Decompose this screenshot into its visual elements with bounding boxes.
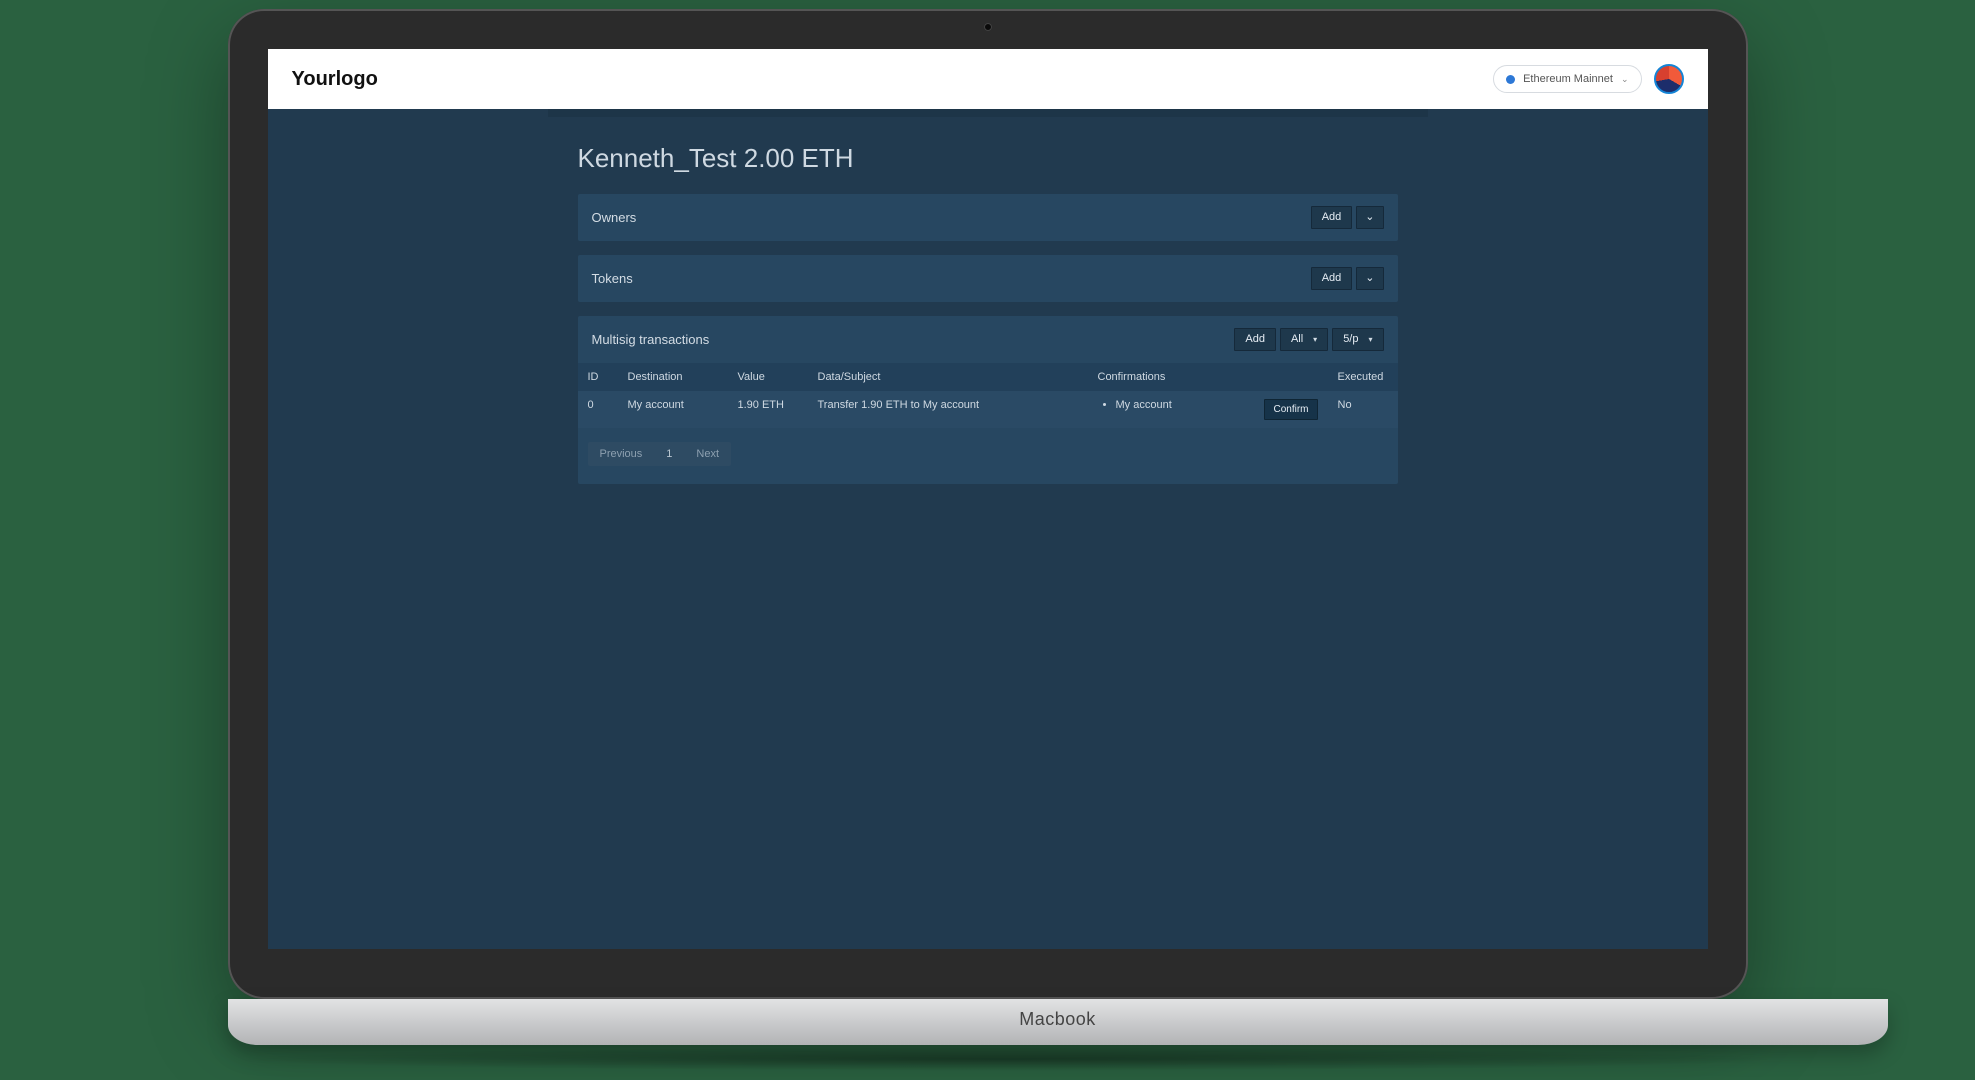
page-title: Kenneth_Test 2.00 ETH (578, 117, 1398, 194)
panels-column: Owners Add ⌄ Tokens Add (578, 194, 1398, 484)
chevron-down-icon: ⌄ (1621, 74, 1629, 85)
pager-page-1[interactable]: 1 (654, 442, 684, 466)
laptop-bezel: Yourlogo Ethereum Mainnet ⌄ Kenneth_Test… (228, 9, 1748, 999)
cell-confirmations: My account Confirm (1088, 391, 1328, 428)
cell-data-subject: Transfer 1.90 ETH to My account (808, 391, 1088, 428)
network-selector[interactable]: Ethereum Mainnet ⌄ (1493, 65, 1641, 93)
caret-down-icon: ▾ (1368, 336, 1372, 344)
col-value: Value (728, 363, 808, 391)
col-executed: Executed (1328, 363, 1398, 391)
owners-panel-title: Owners (592, 210, 637, 225)
laptop-frame: Yourlogo Ethereum Mainnet ⌄ Kenneth_Test… (228, 9, 1748, 1071)
col-data-subject: Data/Subject (808, 363, 1088, 391)
multisig-add-button[interactable]: Add (1234, 328, 1276, 351)
tokens-expand-button[interactable]: ⌄ (1356, 267, 1383, 290)
owners-expand-button[interactable]: ⌄ (1356, 206, 1383, 229)
header-notch (548, 109, 1428, 117)
owners-add-button[interactable]: Add (1311, 206, 1353, 229)
pager: Previous 1 Next (578, 428, 1398, 484)
laptop-shadow (228, 1047, 1788, 1071)
camera-dot (984, 23, 992, 31)
col-id: ID (578, 363, 618, 391)
avatar[interactable] (1654, 64, 1684, 94)
multisig-pagesize-select[interactable]: 5/p ▾ (1332, 328, 1383, 351)
table-header-row: ID Destination Value Data/Subject Confir… (578, 363, 1398, 391)
confirm-button[interactable]: Confirm (1264, 399, 1317, 420)
cell-destination: My account (618, 391, 728, 428)
laptop-screen: Yourlogo Ethereum Mainnet ⌄ Kenneth_Test… (268, 49, 1708, 949)
page-body: Kenneth_Test 2.00 ETH Owners Add ⌄ (268, 117, 1708, 484)
pager-next-button[interactable]: Next (684, 442, 731, 466)
laptop-brand-label: Macbook (1019, 1009, 1096, 1030)
chevron-down-icon: ⌄ (1365, 211, 1374, 223)
multisig-pagesize-value: 5/p (1343, 334, 1358, 345)
multisig-table: ID Destination Value Data/Subject Confir… (578, 363, 1398, 428)
tokens-panel: Tokens Add ⌄ (578, 255, 1398, 302)
cell-id: 0 (578, 391, 618, 428)
multisig-filter-select[interactable]: All ▾ (1280, 328, 1328, 351)
laptop-deck: Macbook (228, 999, 1888, 1045)
confirmations-list: My account (1098, 399, 1172, 411)
header-right: Ethereum Mainnet ⌄ (1493, 64, 1683, 94)
multisig-panel-title: Multisig transactions (592, 332, 710, 347)
app-logo[interactable]: Yourlogo (292, 68, 378, 91)
col-confirmations: Confirmations (1088, 363, 1328, 391)
tokens-panel-title: Tokens (592, 271, 633, 286)
multisig-filter-value: All (1291, 334, 1303, 345)
table-row: 0 My account 1.90 ETH Transfer 1.90 ETH … (578, 391, 1398, 428)
cell-executed: No (1328, 391, 1398, 428)
network-status-dot-icon (1506, 75, 1515, 84)
tokens-add-button[interactable]: Add (1311, 267, 1353, 290)
chevron-down-icon: ⌄ (1365, 272, 1374, 284)
multisig-panel: Multisig transactions Add All ▾ 5/p ▾ (578, 316, 1398, 484)
app-header: Yourlogo Ethereum Mainnet ⌄ (268, 49, 1708, 109)
cell-value: 1.90 ETH (728, 391, 808, 428)
confirmation-item: My account (1116, 399, 1172, 411)
network-name: Ethereum Mainnet (1523, 73, 1613, 85)
caret-down-icon: ▾ (1313, 336, 1317, 344)
owners-panel: Owners Add ⌄ (578, 194, 1398, 241)
pager-prev-button[interactable]: Previous (588, 442, 655, 466)
col-destination: Destination (618, 363, 728, 391)
